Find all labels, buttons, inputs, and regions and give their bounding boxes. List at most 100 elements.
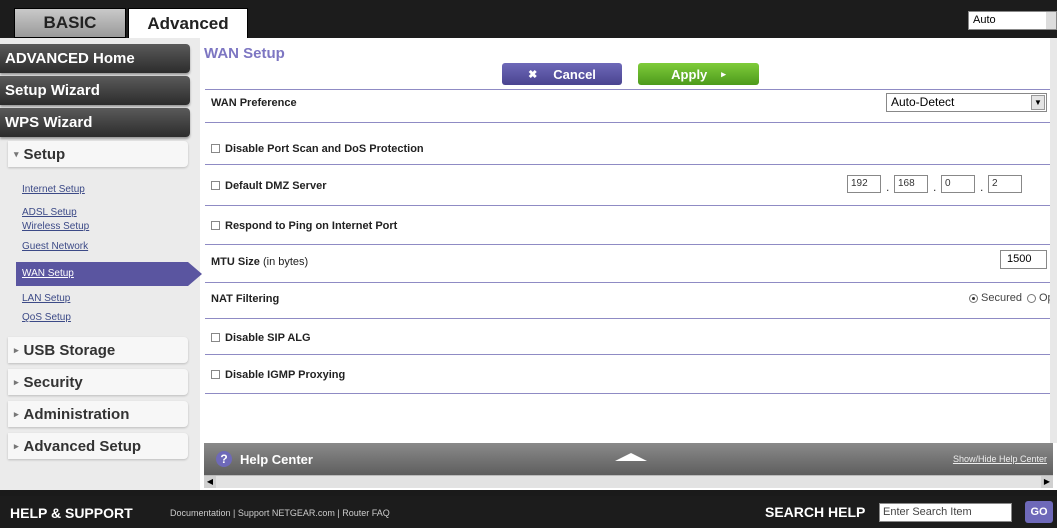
default-dmz-row: Default DMZ Server bbox=[211, 180, 326, 192]
cancel-label: Cancel bbox=[553, 66, 596, 82]
close-icon: ✖ bbox=[528, 68, 538, 81]
chevron-down-icon bbox=[1046, 12, 1056, 29]
ip-separator: . bbox=[886, 180, 890, 194]
disable-sip-checkbox[interactable] bbox=[211, 333, 220, 342]
disable-igmp-row: Disable IGMP Proxying bbox=[211, 369, 345, 381]
respond-ping-label: Respond to Ping on Internet Port bbox=[225, 220, 398, 232]
footer-links: Documentation | Support NETGEAR.com | Ro… bbox=[170, 508, 390, 518]
caret-down-icon: ▾ bbox=[14, 148, 19, 159]
scroll-left-icon[interactable]: ◀ bbox=[204, 476, 216, 488]
divider bbox=[205, 164, 1050, 165]
vertical-scrollbar[interactable] bbox=[1050, 38, 1057, 443]
language-select[interactable]: Auto bbox=[968, 11, 1057, 30]
sidebar-section-advanced-setup[interactable]: ▸ Advanced Setup bbox=[8, 433, 188, 459]
help-icon: ? bbox=[216, 451, 232, 467]
default-dmz-checkbox[interactable] bbox=[211, 181, 220, 190]
sidebar-section-setup[interactable]: ▾ Setup bbox=[8, 141, 188, 167]
respond-ping-row: Respond to Ping on Internet Port bbox=[211, 220, 397, 232]
scroll-right-icon[interactable]: ▶ bbox=[1041, 476, 1053, 488]
cancel-button[interactable]: ✖ Cancel bbox=[502, 63, 622, 85]
caret-right-icon: ▸ bbox=[14, 408, 19, 419]
apply-label: Apply bbox=[671, 66, 708, 82]
sidebar-section-administration[interactable]: ▸ Administration bbox=[8, 401, 188, 427]
disable-port-scan-row: Disable Port Scan and DoS Protection bbox=[211, 143, 424, 155]
mtu-size-input[interactable]: 1500 bbox=[1000, 250, 1047, 269]
help-center-bar[interactable]: ? Help Center Show/Hide Help Center bbox=[204, 443, 1053, 475]
disable-port-scan-checkbox[interactable] bbox=[211, 144, 220, 153]
wan-preference-select[interactable]: Auto-Detect ▼ bbox=[886, 93, 1047, 112]
support-netgear-link[interactable]: Support NETGEAR.com bbox=[238, 508, 335, 518]
sidebar-item-internet-setup[interactable]: Internet Setup bbox=[22, 184, 85, 195]
sidebar-section-usb-storage[interactable]: ▸ USB Storage bbox=[8, 337, 188, 363]
divider bbox=[205, 244, 1050, 245]
mtu-label-text: MTU Size bbox=[211, 256, 260, 268]
nat-secured-radio[interactable] bbox=[969, 293, 978, 303]
ip-separator: . bbox=[933, 180, 937, 194]
documentation-link[interactable]: Documentation bbox=[170, 508, 231, 518]
expand-up-icon[interactable] bbox=[615, 453, 647, 461]
apply-button[interactable]: Apply ▸ bbox=[638, 63, 759, 85]
sidebar-item-qos-setup[interactable]: QoS Setup bbox=[22, 312, 71, 323]
horizontal-scrollbar[interactable]: ◀ ▶ bbox=[204, 475, 1053, 488]
disable-igmp-label: Disable IGMP Proxying bbox=[225, 369, 346, 381]
language-select-value: Auto bbox=[973, 14, 996, 26]
nat-secured-label: Secured bbox=[981, 292, 1022, 304]
caret-right-icon: ▸ bbox=[14, 376, 19, 387]
divider bbox=[205, 122, 1050, 123]
sidebar-item-guest-network[interactable]: Guest Network bbox=[22, 241, 88, 252]
divider bbox=[205, 393, 1050, 394]
sidebar-section-security[interactable]: ▸ Security bbox=[8, 369, 188, 395]
disable-sip-row: Disable SIP ALG bbox=[211, 332, 311, 344]
disable-sip-label: Disable SIP ALG bbox=[225, 332, 311, 344]
sidebar-item-wan-setup[interactable]: WAN Setup bbox=[16, 262, 202, 286]
mtu-size-label: MTU Size (in bytes) bbox=[211, 256, 308, 268]
divider bbox=[205, 89, 1050, 90]
sidebar-item-wireless-setup[interactable]: Wireless Setup bbox=[22, 221, 89, 232]
search-help-label: SEARCH HELP bbox=[765, 504, 866, 520]
sidebar-section-label: Advanced Setup bbox=[23, 437, 142, 455]
disable-igmp-checkbox[interactable] bbox=[211, 370, 220, 379]
divider bbox=[205, 318, 1050, 319]
disable-port-scan-label: Disable Port Scan and DoS Protection bbox=[225, 143, 424, 155]
sidebar-item-adsl-setup[interactable]: ADSL Setup bbox=[22, 207, 77, 218]
caret-right-icon: ▸ bbox=[14, 440, 19, 451]
wan-preference-label: WAN Preference bbox=[211, 97, 297, 109]
respond-ping-checkbox[interactable] bbox=[211, 221, 220, 230]
dmz-ip-octet-1[interactable]: 192 bbox=[847, 175, 881, 193]
sidebar-item-lan-setup[interactable]: LAN Setup bbox=[22, 293, 70, 304]
show-hide-help-link[interactable]: Show/Hide Help Center bbox=[953, 454, 1047, 464]
sidebar-item-advanced-home[interactable]: ADVANCED Home bbox=[0, 44, 190, 73]
sidebar-item-label: WAN Setup bbox=[22, 268, 74, 279]
mtu-unit-text: (in bytes) bbox=[262, 256, 309, 268]
nat-open-radio[interactable] bbox=[1026, 293, 1036, 303]
chevron-down-icon: ▼ bbox=[1031, 95, 1045, 110]
tab-advanced[interactable]: Advanced bbox=[128, 8, 248, 38]
divider bbox=[205, 282, 1050, 283]
dmz-ip-octet-3[interactable]: 0 bbox=[941, 175, 975, 193]
top-bar: BASIC Advanced Auto bbox=[0, 0, 1057, 38]
arrow-right-icon: ▸ bbox=[721, 68, 726, 79]
dmz-ip-octet-4[interactable]: 2 bbox=[988, 175, 1022, 193]
footer: HELP & SUPPORT Documentation | Support N… bbox=[0, 496, 1057, 528]
sidebar-item-setup-wizard[interactable]: Setup Wizard bbox=[0, 76, 190, 105]
sidebar-section-label: Setup bbox=[23, 145, 66, 163]
nat-filtering-options: Secured Open bbox=[969, 292, 1057, 304]
divider bbox=[205, 354, 1050, 355]
dmz-ip-octet-2[interactable]: 168 bbox=[894, 175, 928, 193]
sidebar-section-label: Security bbox=[23, 373, 83, 391]
tab-basic[interactable]: BASIC bbox=[14, 8, 126, 38]
nat-filtering-label: NAT Filtering bbox=[211, 293, 280, 305]
search-input[interactable]: Enter Search Item bbox=[879, 503, 1012, 522]
caret-right-icon: ▸ bbox=[14, 344, 19, 355]
ip-separator: . bbox=[980, 180, 984, 194]
router-faq-link[interactable]: Router FAQ bbox=[342, 508, 390, 518]
default-dmz-label: Default DMZ Server bbox=[225, 180, 327, 192]
sidebar-item-wps-wizard[interactable]: WPS Wizard bbox=[0, 108, 190, 137]
wan-preference-value: Auto-Detect bbox=[891, 95, 955, 109]
sidebar-section-label: Administration bbox=[23, 405, 130, 423]
go-button[interactable]: GO bbox=[1025, 501, 1053, 523]
help-center-title: Help Center bbox=[240, 452, 313, 467]
page-title: WAN Setup bbox=[204, 45, 285, 62]
help-support-label: HELP & SUPPORT bbox=[10, 505, 133, 521]
divider bbox=[205, 205, 1050, 206]
